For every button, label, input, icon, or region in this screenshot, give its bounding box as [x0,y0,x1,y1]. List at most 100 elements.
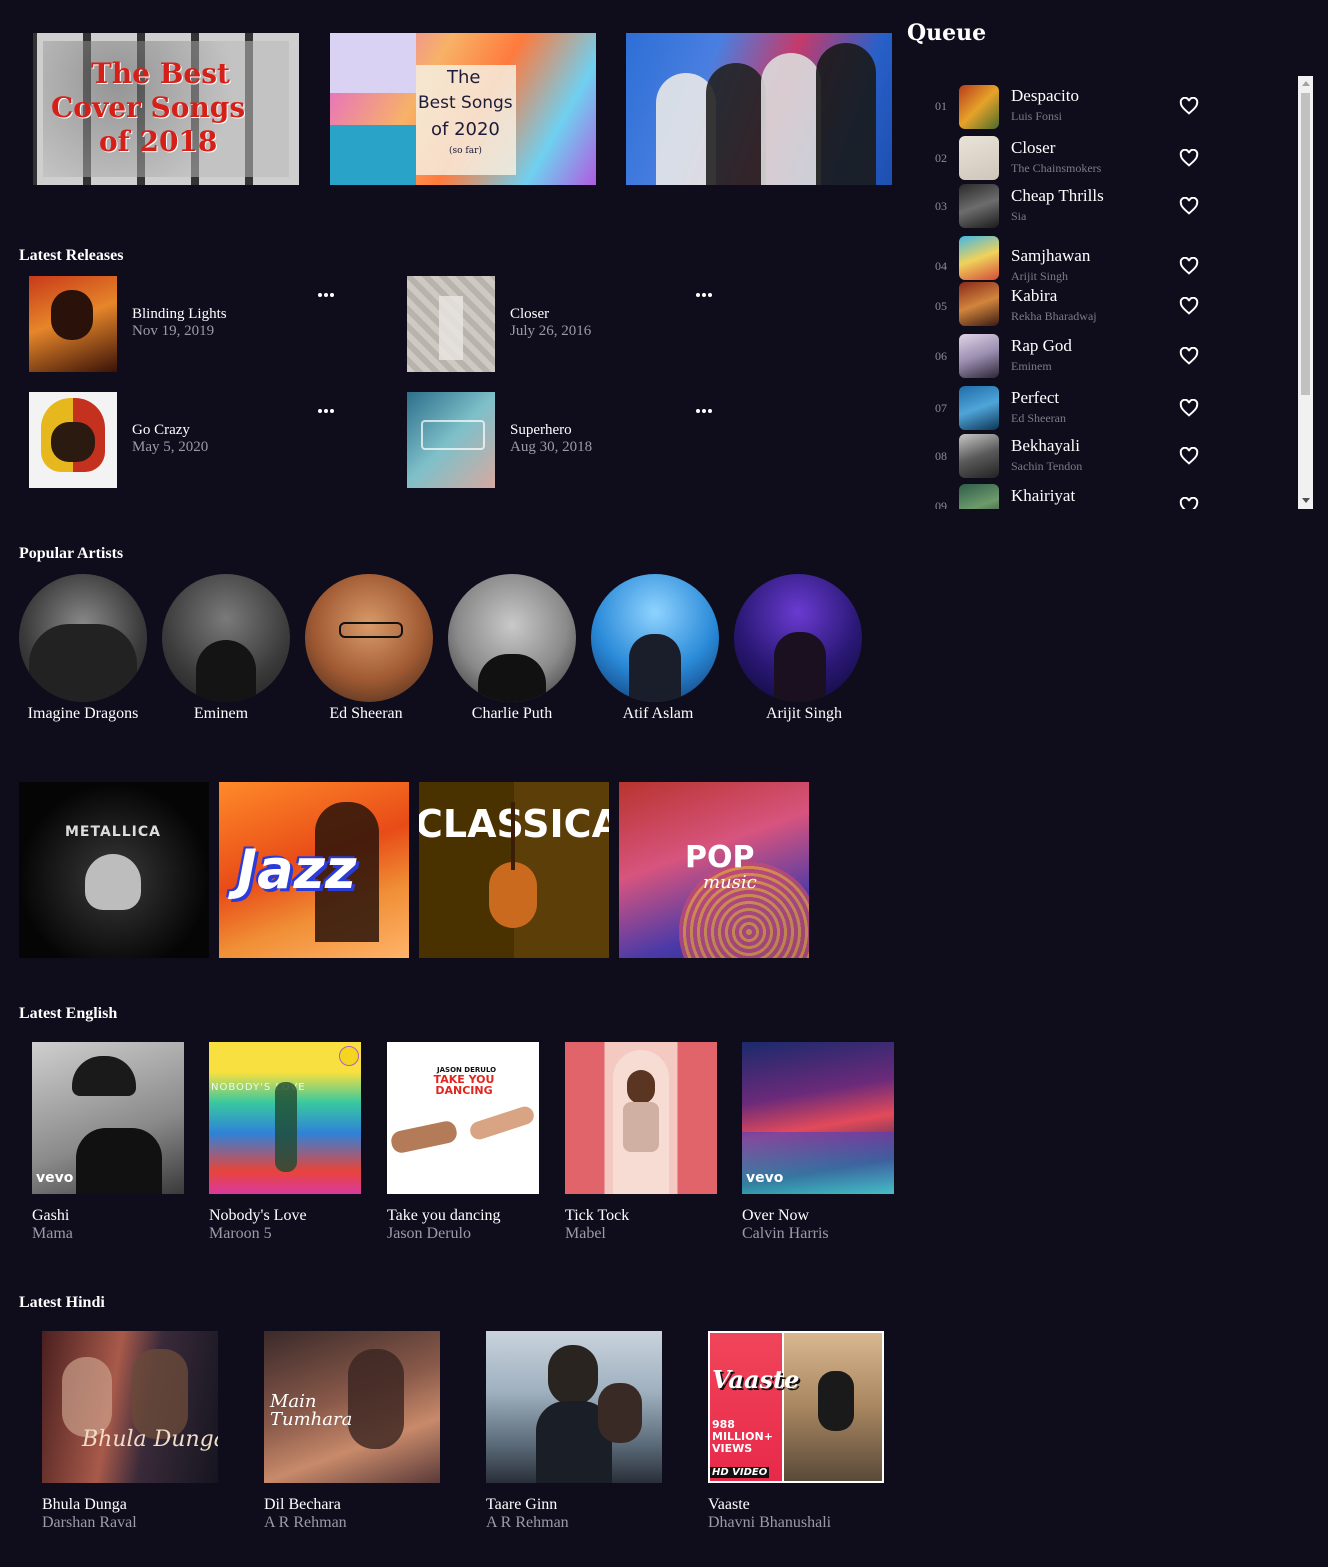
queue-item-thumb [959,334,999,378]
song-title[interactable]: Vaaste [708,1496,750,1514]
queue-item-title[interactable]: Kabira [1011,286,1057,306]
queue-item-title[interactable]: Cheap Thrills [1011,186,1104,206]
album-art[interactable]: NOBODY'S LOVE [209,1042,361,1194]
violin-icon [489,862,537,928]
queue-item-title[interactable]: Khairiyat [1011,486,1075,506]
queue-item-title[interactable]: Closer [1011,138,1055,158]
release-title[interactable]: Blinding Lights [132,306,227,323]
more-options-icon[interactable] [318,398,336,413]
genre-card-jazz[interactable]: Jazz [219,782,409,958]
heart-icon[interactable] [1179,297,1199,315]
song-title[interactable]: Taare Ginn [486,1496,557,1514]
heart-icon[interactable] [1179,399,1199,417]
album-art-text: Bhula Dunga [82,1427,218,1452]
artist-name[interactable]: Charlie Puth [442,705,582,723]
latest-english-heading: Latest English [19,1005,118,1022]
genre-card-pop[interactable]: POP music [619,782,809,958]
queue-item-thumb [959,136,999,180]
genre-card-classical[interactable]: CLASSICA [419,782,609,958]
artist-name[interactable]: Ed Sheeran [296,705,436,723]
album-art[interactable]: JASON DERULO TAKE YOU DANCING [387,1042,539,1194]
album-art[interactable]: Bhula Dunga [42,1331,218,1483]
more-options-icon[interactable] [696,398,714,413]
heart-icon[interactable] [1179,149,1199,167]
more-options-icon[interactable] [696,282,714,297]
song-artist: Darshan Raval [42,1514,137,1531]
queue-item-title[interactable]: Despacito [1011,86,1079,106]
release-art[interactable] [407,276,495,372]
queue-item-thumb [959,236,999,280]
release-date: Nov 19, 2019 [132,323,215,339]
banner-best-songs-2020[interactable]: The Best Songs of 2020 (so far) [330,33,596,185]
vevo-logo: vevo [746,1170,784,1186]
artist-name[interactable]: Arijit Singh [734,705,874,723]
more-options-icon[interactable] [318,282,336,297]
heart-icon[interactable] [1179,447,1199,465]
song-artist: Mama [32,1225,73,1242]
song-title[interactable]: Take you dancing [387,1207,501,1225]
heart-icon[interactable] [1179,347,1199,365]
album-art-text: HD VIDEO [710,1467,770,1478]
song-title[interactable]: Over Now [742,1207,809,1225]
banner-cover-songs-2018[interactable]: The Best Cover Songs of 2018 [33,33,299,185]
queue-item-number: 07 [935,401,947,415]
heart-icon[interactable] [1179,257,1199,275]
release-title[interactable]: Superhero [510,422,572,439]
heart-icon[interactable] [1179,97,1199,115]
queue-item-title[interactable]: Rap God [1011,336,1072,356]
genre-card-metal[interactable]: METALLICA [19,782,209,958]
queue-item-title[interactable]: Perfect [1011,388,1059,408]
release-art[interactable] [29,276,117,372]
album-art[interactable]: vevo [742,1042,894,1194]
artist-name[interactable]: Atif Aslam [588,705,728,723]
release-date: Aug 30, 2018 [510,439,593,455]
release-art[interactable] [407,392,495,488]
artist-photo[interactable] [448,574,576,702]
album-art[interactable]: Main Tumhara [264,1331,440,1483]
queue-item-number: 01 [935,99,947,113]
queue-item-number: 05 [935,299,947,313]
queue-item-thumb [959,434,999,478]
artist-photo[interactable] [162,574,290,702]
album-art[interactable] [486,1331,662,1483]
song-artist: A R Rehman [486,1514,569,1531]
scrollbar-thumb[interactable] [1301,93,1310,395]
queue-item-number: 09 [935,499,947,509]
artist-name[interactable]: Eminem [151,705,291,723]
artist-photo[interactable] [591,574,719,702]
album-art[interactable]: vevo [32,1042,184,1194]
album-art-text: Vaaste [712,1365,800,1394]
release-art[interactable] [29,392,117,488]
heart-icon[interactable] [1179,497,1199,509]
queue-list[interactable]: 01 Despacito Luis Fonsi 02 Closer The Ch… [920,76,1313,509]
queue-item-number: 03 [935,199,947,213]
song-title[interactable]: Gashi [32,1207,69,1225]
song-title[interactable]: Tick Tock [565,1207,629,1225]
scroll-down-arrow-icon[interactable] [1302,498,1310,503]
release-title[interactable]: Go Crazy [132,422,190,439]
song-artist: A R Rehman [264,1514,347,1531]
queue-item-number: 06 [935,349,947,363]
artist-photo[interactable] [734,574,862,702]
album-art[interactable] [565,1042,717,1194]
genre-label: Jazz [237,838,357,901]
song-title[interactable]: Dil Bechara [264,1496,341,1514]
artist-photo[interactable] [305,574,433,702]
banner-line-2: Cover Songs [51,91,246,124]
artist-name[interactable]: Imagine Dragons [13,705,153,723]
heart-icon[interactable] [1179,197,1199,215]
banner-artists-collage[interactable] [626,33,892,185]
artist-photo[interactable] [19,574,147,702]
queue-scrollbar[interactable] [1298,76,1313,509]
scroll-up-arrow-icon[interactable] [1302,81,1310,86]
banner-line-4: (so far) [449,146,482,156]
song-title[interactable]: Nobody's Love [209,1207,307,1225]
release-title[interactable]: Closer [510,306,549,323]
song-artist: Mabel [565,1225,606,1242]
queue-item-title[interactable]: Bekhayali [1011,436,1080,456]
queue-item-title[interactable]: Samjhawan [1011,246,1090,266]
song-title[interactable]: Bhula Dunga [42,1496,127,1514]
queue-item-artist: Ed Sheeran [1011,411,1066,425]
vevo-logo: vevo [36,1170,74,1186]
album-art[interactable]: Vaaste 988 MILLION+ VIEWS HD VIDEO [708,1331,884,1483]
